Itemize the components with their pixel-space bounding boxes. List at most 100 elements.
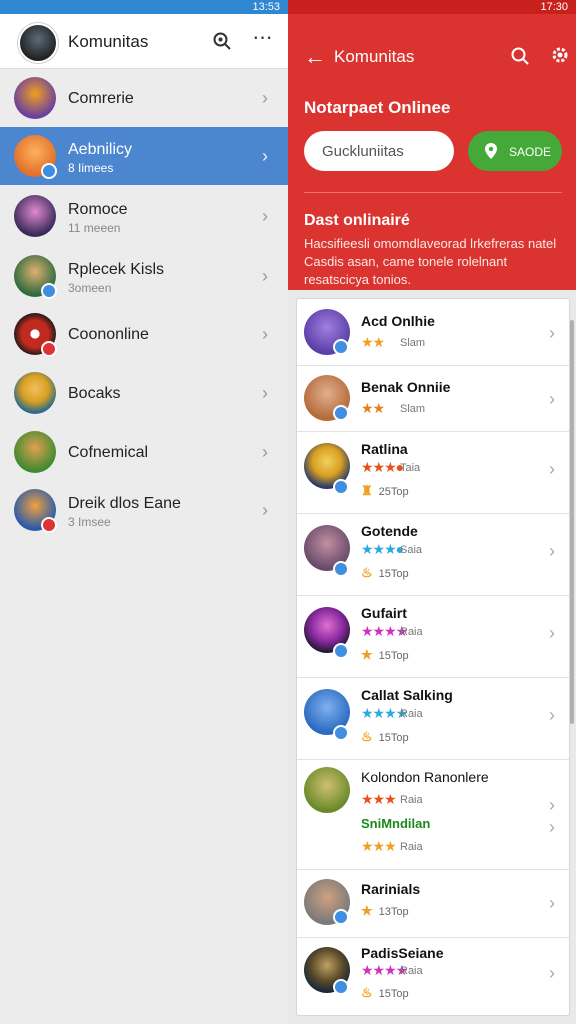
chevron-right-icon: › <box>549 459 555 479</box>
item-subname: SniMndilan <box>361 816 431 831</box>
item-name: Gotende <box>361 523 418 539</box>
list-item[interactable]: Dreik dlos Eane 3 Imsee › <box>0 481 288 539</box>
list-item-name: Dreik dlos Eane <box>68 495 181 512</box>
list-item[interactable]: Acd Onlhie ★★ Slam › <box>297 299 569 366</box>
verified-badge-icon <box>333 405 349 421</box>
chevron-right-icon: › <box>262 266 268 286</box>
chevron-right-icon: › <box>549 817 555 837</box>
rating-stars: ★★★● <box>361 459 404 475</box>
right-panel: 17:30 ← Komunitas Notarpaet Onlinee Guck… <box>288 0 576 1024</box>
list-item[interactable]: Rarinials ★ 13Top › <box>297 869 569 938</box>
item-name: Ratlina <box>361 441 408 457</box>
item-tag: Raia <box>400 794 423 806</box>
chevron-right-icon: › <box>549 323 555 343</box>
community-header: ← Komunitas Notarpaet Onlinee Guckluniit… <box>288 14 576 290</box>
item-name: Benak Onniie <box>361 379 451 395</box>
list-item-name: Coononline <box>68 326 149 343</box>
chevron-right-icon: › <box>549 541 555 561</box>
divider <box>304 192 562 193</box>
verified-badge-icon <box>333 479 349 495</box>
list-item[interactable]: Ratlina ★★★● Taia ♜ 25Top › <box>297 431 569 514</box>
chevron-right-icon: › <box>262 146 268 166</box>
rating-stars: ★★★ <box>361 838 397 854</box>
verified-badge-icon <box>333 909 349 925</box>
item-stat: ★ 13Top <box>361 903 409 918</box>
list-item[interactable]: Coononline › <box>0 305 288 363</box>
chevron-right-icon: › <box>262 324 268 344</box>
search-icon[interactable] <box>510 46 530 66</box>
item-name: Gufairt <box>361 605 407 621</box>
settings-gear-icon[interactable] <box>550 45 570 65</box>
left-panel: 13:53 Komunitas ⋯ Comrerie › Aebnilicy 8… <box>0 0 289 1024</box>
rating-stars: ★★★ <box>361 791 397 807</box>
status-time: 17:30 <box>540 1 568 13</box>
list-item-sub: 3 Imsee <box>68 515 111 529</box>
search-icon[interactable] <box>212 31 232 51</box>
online-list: Acd Onlhie ★★ Slam › Benak Onniie ★★ Sla… <box>296 298 570 1016</box>
action-button-label: SAODE <box>509 145 552 159</box>
verified-badge-icon <box>333 725 349 741</box>
item-stat: ♨ 15Top <box>361 729 409 744</box>
status-time: 13:53 <box>252 1 280 13</box>
chevron-right-icon: › <box>549 795 555 815</box>
status-badge-icon <box>41 341 57 357</box>
verified-badge-icon <box>41 163 57 179</box>
item-name: Kolondon Ranonlere <box>361 769 489 785</box>
list-item[interactable]: Benak Onniie ★★ Slam › <box>297 365 569 432</box>
trophy-icon: ♜ <box>361 483 373 498</box>
item-tag: Raia <box>400 965 423 977</box>
list-item[interactable]: Gufairt ★★★★ Raia ★ 15Top › <box>297 595 569 678</box>
list-item-sub: 8 Iimees <box>68 161 114 175</box>
verified-badge-icon <box>333 339 349 355</box>
item-tag: Slam <box>400 337 426 349</box>
list-item-selected[interactable]: Aebnilicy 8 Iimees › <box>0 127 288 185</box>
location-pin-icon <box>485 143 497 159</box>
list-item[interactable]: Bocaks › <box>0 364 288 422</box>
app-header: Komunitas ⋯ <box>0 14 288 69</box>
fire-icon: ♨ <box>361 729 373 744</box>
more-icon[interactable]: ⋯ <box>252 28 274 51</box>
status-bar: 17:30 <box>288 0 576 14</box>
list-item[interactable]: Callat Salking ★★★★ Raia ♨ 15Top › <box>297 677 569 760</box>
chevron-right-icon: › <box>262 206 268 226</box>
section-title: Dast onlinairé <box>304 212 410 229</box>
item-tag: Saia <box>400 544 423 556</box>
avatar <box>304 767 350 813</box>
status-bar: 13:53 <box>0 0 288 14</box>
action-button[interactable]: SAODE <box>468 131 562 171</box>
list-item[interactable]: Romoce 11 meeen › <box>0 187 288 245</box>
item-name: Acd Onlhie <box>361 313 435 329</box>
item-tag: Slam <box>400 403 426 415</box>
list-item[interactable]: PadisSeiane ★★★★ Raia ♨ 15Top › <box>297 937 569 1013</box>
list-item-name: Rplecek Kisls <box>68 261 165 278</box>
rating-stars: ★★★● <box>361 541 404 557</box>
chevron-right-icon: › <box>262 500 268 520</box>
chevron-right-icon: › <box>549 963 555 983</box>
status-badge-icon <box>41 517 57 533</box>
verified-badge-icon <box>41 283 57 299</box>
search-placeholder: Guckluniitas <box>322 143 404 160</box>
search-field[interactable]: Guckluniitas <box>304 131 454 171</box>
list-item-sub: 11 meeen <box>68 221 121 235</box>
star-icon: ★ <box>361 903 373 918</box>
list-item[interactable]: Cofnemical › <box>0 423 288 481</box>
list-item[interactable]: Comrerie › <box>0 69 288 127</box>
verified-badge-icon <box>333 561 349 577</box>
list-item[interactable]: Kolondon Ranonlere ★★★ Raia SniMndilan ★… <box>297 759 569 870</box>
list-item[interactable]: Gotende ★★★● Saia ♨ 15Top › <box>297 513 569 596</box>
page-title: Komunitas <box>334 47 415 66</box>
scrollbar[interactable] <box>570 320 574 724</box>
item-tag: Raia <box>400 626 423 638</box>
avatar <box>14 195 56 237</box>
item-tag: Raia <box>400 708 423 720</box>
chevron-right-icon: › <box>549 893 555 913</box>
chevron-right-icon: › <box>262 383 268 403</box>
list-item[interactable]: Rplecek Kisls 3omeen › <box>0 247 288 305</box>
list-item-name: Cofnemical <box>68 444 149 461</box>
page-title: Komunitas <box>68 32 149 51</box>
chevron-right-icon: › <box>262 442 268 462</box>
back-arrow-icon[interactable]: ← <box>304 44 326 70</box>
avatar[interactable] <box>18 23 58 63</box>
chevron-right-icon: › <box>549 705 555 725</box>
fire-icon: ♨ <box>361 985 373 1000</box>
